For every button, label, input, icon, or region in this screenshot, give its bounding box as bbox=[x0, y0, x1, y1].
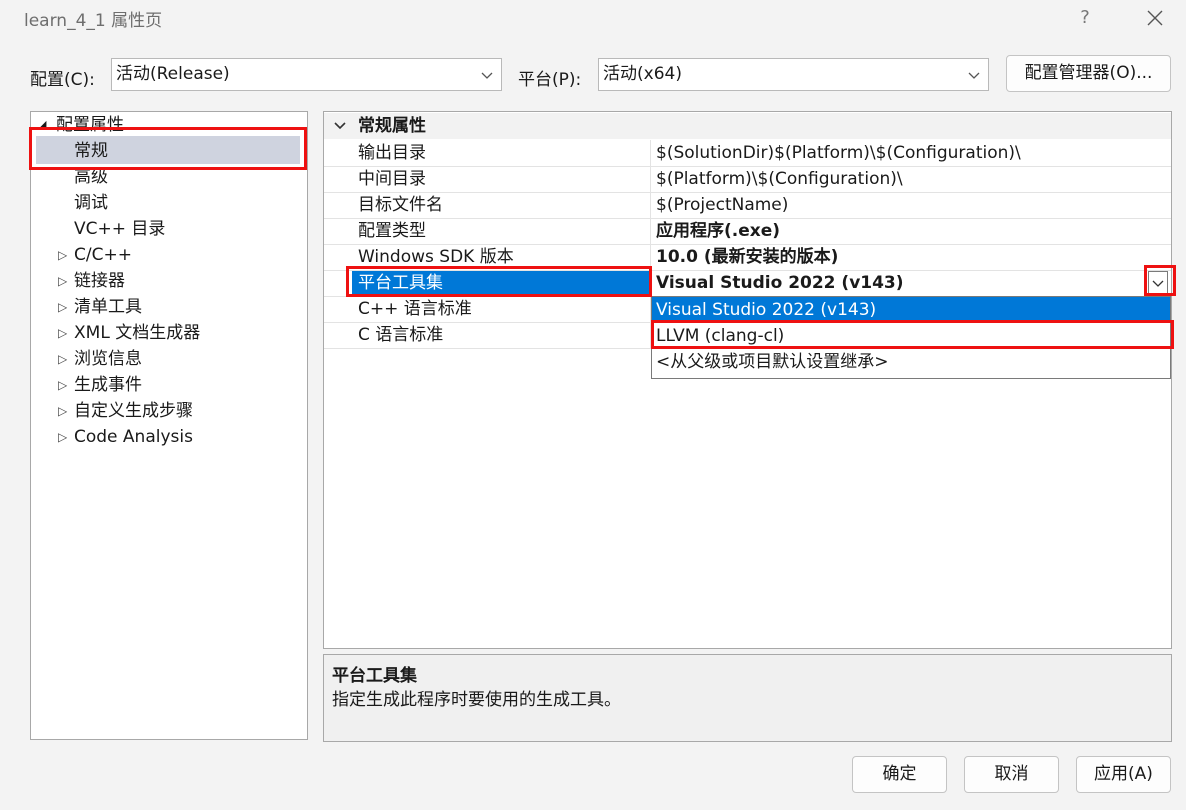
tree-item-label: 调试 bbox=[74, 193, 108, 213]
dropdown-option[interactable]: <从父级或项目默认设置继承> bbox=[652, 349, 1170, 375]
property-value: 应用程序(.exe) bbox=[656, 221, 781, 241]
tree-item-label: 链接器 bbox=[74, 271, 125, 291]
platform-combo[interactable]: 活动(x64) bbox=[598, 58, 989, 91]
tree-item-label: XML 文档生成器 bbox=[74, 323, 201, 343]
expand-arrow-icon[interactable]: ▷ bbox=[58, 424, 67, 450]
description-panel: 平台工具集 指定生成此程序时要使用的生成工具。 bbox=[323, 654, 1172, 742]
tree-item-label: VC++ 目录 bbox=[74, 219, 166, 239]
config-manager-button[interactable]: 配置管理器(O)... bbox=[1006, 55, 1171, 92]
tree-item-label: 生成事件 bbox=[74, 375, 142, 395]
column-divider bbox=[650, 218, 651, 244]
window-title: learn_4_1 属性页 bbox=[24, 11, 163, 31]
tree-item-label: 清单工具 bbox=[74, 297, 142, 317]
property-value: 10.0 (最新安装的版本) bbox=[656, 247, 839, 267]
tree-item[interactable]: ▷ 链接器 bbox=[30, 268, 308, 294]
property-row[interactable]: 输出目录 $(SolutionDir)$(Platform)\$(Configur… bbox=[324, 140, 1171, 167]
cancel-button[interactable]: 取消 bbox=[964, 756, 1059, 793]
description-text: 指定生成此程序时要使用的生成工具。 bbox=[332, 690, 621, 710]
config-label: 配置(C): bbox=[30, 70, 95, 90]
collapse-chevron-icon[interactable] bbox=[333, 113, 347, 139]
tree-item[interactable]: ▷ C/C++ bbox=[30, 242, 308, 268]
expand-arrow-icon[interactable]: ▷ bbox=[58, 294, 67, 320]
property-name: 目标文件名 bbox=[358, 195, 443, 215]
property-value: $(Platform)\$(Configuration)\ bbox=[656, 169, 903, 189]
title-bar bbox=[0, 0, 1186, 36]
tree-item-label: 自定义生成步骤 bbox=[74, 401, 193, 421]
column-divider bbox=[650, 192, 651, 218]
tree-item[interactable]: ▷ 自定义生成步骤 bbox=[30, 398, 308, 424]
platform-label: 平台(P): bbox=[518, 70, 582, 90]
section-header[interactable] bbox=[324, 113, 1171, 139]
tree-item[interactable]: ▷ Code Analysis bbox=[30, 424, 308, 450]
annotation-box bbox=[346, 266, 652, 297]
expand-arrow-icon[interactable]: ▷ bbox=[58, 346, 67, 372]
property-name: 中间目录 bbox=[358, 169, 426, 189]
tree-item[interactable]: ▷ 清单工具 bbox=[30, 294, 308, 320]
property-value: $(SolutionDir)$(Platform)\$(Configuratio… bbox=[656, 143, 1021, 163]
property-row[interactable]: 目标文件名 $(ProjectName) bbox=[324, 192, 1171, 219]
section-title: 常规属性 bbox=[358, 116, 426, 136]
property-value: $(ProjectName) bbox=[656, 195, 789, 215]
config-combo[interactable]: 活动(Release) bbox=[111, 58, 502, 91]
expand-arrow-icon[interactable]: ▷ bbox=[58, 268, 67, 294]
column-divider bbox=[650, 140, 651, 166]
expand-arrow-icon[interactable]: ▷ bbox=[58, 398, 67, 424]
help-button[interactable]: ? bbox=[1070, 4, 1100, 32]
config-value: 活动(Release) bbox=[116, 64, 230, 84]
expand-arrow-icon[interactable]: ▷ bbox=[58, 242, 67, 268]
tree-item[interactable]: VC++ 目录 bbox=[30, 216, 308, 242]
tree-item[interactable]: ▷ XML 文档生成器 bbox=[30, 320, 308, 346]
property-name: C++ 语言标准 bbox=[358, 299, 472, 319]
annotation-box bbox=[1144, 265, 1176, 296]
property-name: C 语言标准 bbox=[358, 325, 444, 345]
tree-item[interactable]: 调试 bbox=[30, 190, 308, 216]
expand-arrow-icon[interactable]: ▷ bbox=[58, 320, 67, 346]
chevron-down-icon bbox=[481, 72, 493, 79]
tree-item[interactable]: ▷ 浏览信息 bbox=[30, 346, 308, 372]
tree-item-label: Code Analysis bbox=[74, 427, 193, 447]
close-icon bbox=[1147, 10, 1163, 26]
property-name: 输出目录 bbox=[358, 143, 426, 163]
annotation-box bbox=[651, 320, 1174, 349]
tree-item-label: 浏览信息 bbox=[74, 349, 142, 369]
property-name: 配置类型 bbox=[358, 221, 426, 241]
apply-button[interactable]: 应用(A) bbox=[1076, 756, 1171, 793]
chevron-down-icon bbox=[968, 72, 980, 79]
property-row[interactable]: 中间目录 $(Platform)\$(Configuration)\ bbox=[324, 166, 1171, 193]
close-button[interactable] bbox=[1138, 4, 1172, 32]
platform-value: 活动(x64) bbox=[603, 64, 682, 84]
annotation-box bbox=[29, 127, 307, 170]
tree-item[interactable]: ▷ 生成事件 bbox=[30, 372, 308, 398]
tree-item-label: C/C++ bbox=[74, 245, 132, 265]
description-title: 平台工具集 bbox=[332, 666, 417, 686]
property-value: Visual Studio 2022 (v143) bbox=[656, 273, 904, 293]
ok-button[interactable]: 确定 bbox=[852, 756, 947, 793]
column-divider bbox=[650, 166, 651, 192]
property-row[interactable]: 配置类型 应用程序(.exe) bbox=[324, 218, 1171, 245]
expand-arrow-icon[interactable]: ▷ bbox=[58, 372, 67, 398]
